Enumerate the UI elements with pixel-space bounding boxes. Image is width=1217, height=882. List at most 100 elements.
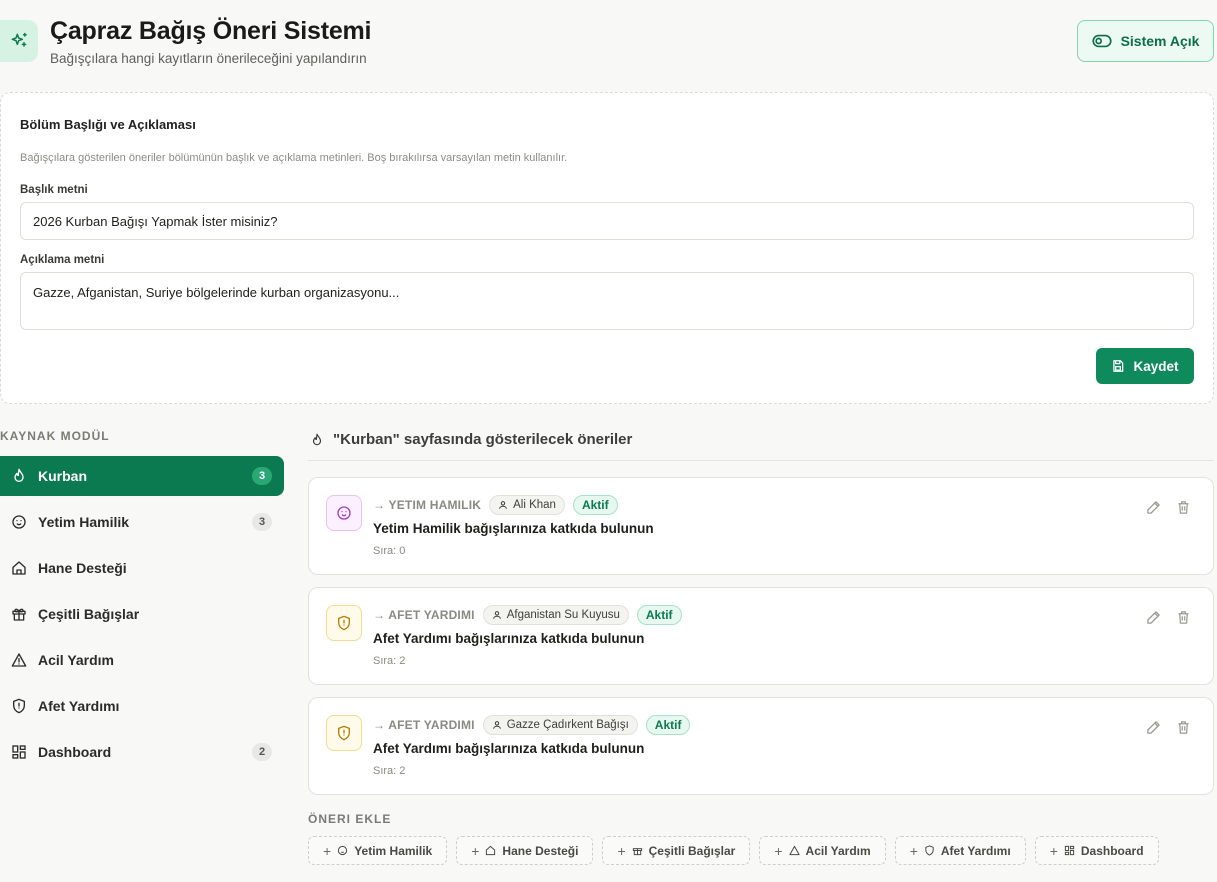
shield-alert-icon: [326, 605, 362, 641]
description-field-label: Açıklama metni: [20, 254, 105, 266]
status-badge: Aktif: [645, 715, 691, 735]
source-badge: Ali Khan: [489, 495, 565, 515]
panel-heading-module: "Kurban": [333, 431, 400, 448]
recommendation-card: → AFET YARDIMI Gazze Çadırkent Bağışı Ak…: [308, 697, 1214, 795]
recommendation-target: → AFET YARDIMI: [373, 608, 475, 622]
baby-icon: [337, 845, 348, 856]
save-icon: [1111, 359, 1125, 373]
add-chip-label: Çeşitli Bağışlar: [648, 843, 736, 858]
gift-icon: [632, 845, 643, 856]
warning-icon: [11, 652, 27, 668]
recommendation-title: Afet Yardımı bağışlarınıza katkıda bulun…: [373, 631, 645, 646]
add-acil-yardim-button[interactable]: + Acil Yardım: [759, 836, 886, 865]
add-heading: ÖNERI EKLE: [308, 812, 392, 826]
plus-icon: +: [617, 842, 626, 859]
grid-icon: [1064, 845, 1075, 856]
home-icon: [485, 845, 496, 856]
recommendation-card: → YETIM HAMILIK Ali Khan Aktif Yetim Ham…: [308, 477, 1214, 575]
pencil-icon[interactable]: [1146, 610, 1162, 626]
title-field-label: Başlık metni: [20, 184, 88, 196]
count-badge: 3: [252, 467, 272, 485]
gift-icon: [11, 606, 27, 622]
status-badge: Aktif: [636, 605, 682, 625]
count-badge: 2: [252, 743, 272, 761]
user-icon: [492, 610, 502, 620]
source-label: Gazze Çadırkent Bağışı: [506, 719, 629, 731]
recommendation-target: → YETIM HAMILIK: [373, 498, 482, 512]
recommendation-order: Sıra: 0: [373, 545, 406, 557]
pencil-icon[interactable]: [1146, 720, 1162, 736]
shield-alert-icon: [326, 715, 362, 751]
trash-icon[interactable]: [1176, 720, 1192, 736]
trash-icon[interactable]: [1176, 500, 1192, 516]
source-badge: Gazze Çadırkent Bağışı: [482, 715, 638, 735]
sidebar-item-hane-destegi[interactable]: Hane Desteği: [0, 548, 284, 588]
warning-icon: [788, 845, 800, 856]
panel-heading-text: sayfasında gösterilecek öneriler: [399, 431, 633, 448]
toggle-label: Sistem Açık: [1120, 33, 1200, 49]
add-chip-row: + Yetim Hamilik + Hane Desteği + Çeşitli…: [308, 836, 1159, 865]
add-yetim-hamilik-button[interactable]: + Yetim Hamilik: [308, 836, 448, 865]
plus-icon: +: [1049, 842, 1058, 859]
toggle-icon: [1091, 34, 1112, 48]
add-hane-destegi-button[interactable]: + Hane Desteği: [456, 836, 594, 865]
sidebar-item-yetim-hamilik[interactable]: Yetim Hamilik 3: [0, 502, 284, 542]
recommendation-title: Yetim Hamilik bağışlarınıza katkıda bulu…: [373, 521, 654, 536]
flame-icon: [310, 432, 324, 448]
sidebar-item-cesitli-bagislar[interactable]: Çeşitli Bağışlar: [0, 594, 284, 634]
flame-icon: [11, 468, 27, 484]
save-button[interactable]: Kaydet: [1096, 348, 1194, 384]
add-cesitli-bagislar-button[interactable]: + Çeşitli Bağışlar: [602, 836, 751, 865]
add-chip-label: Yetim Hamilik: [354, 843, 433, 858]
sidebar-item-kurban[interactable]: Kurban 3: [0, 456, 284, 496]
add-afet-yardimi-button[interactable]: + Afet Yardımı: [894, 836, 1026, 865]
add-chip-label: Hane Desteği: [502, 843, 579, 858]
sidebar-item-label: Yetim Hamilik: [38, 514, 130, 530]
recommendation-order: Sıra: 2: [373, 765, 406, 777]
title-input[interactable]: [20, 202, 1194, 240]
page-subtitle: Bağışçılara hangi kayıtların önerileceği…: [50, 51, 367, 66]
sparkles-icon: [0, 20, 38, 62]
source-label: Ali Khan: [513, 499, 556, 511]
sidebar-item-label: Afet Yardımı: [38, 698, 120, 714]
shield-icon: [11, 698, 27, 714]
plus-icon: +: [471, 842, 480, 859]
save-label: Kaydet: [1133, 358, 1179, 374]
add-chip-label: Acil Yardım: [805, 843, 871, 858]
recommendation-target: → AFET YARDIMI: [373, 718, 475, 732]
panel-heading: "Kurban" sayfasında gösterilecek önerile…: [310, 431, 632, 448]
source-badge: Afganistan Su Kuyusu: [482, 605, 629, 625]
card-title: Bölüm Başlığı ve Açıklaması: [20, 117, 196, 132]
recommendation-order: Sıra: 2: [373, 655, 406, 667]
panel-divider: [308, 460, 1214, 461]
status-badge: Aktif: [572, 495, 618, 515]
grid-icon: [11, 744, 27, 760]
sidebar-item-dashboard[interactable]: Dashboard 2: [0, 732, 284, 772]
system-toggle-button[interactable]: Sistem Açık: [1077, 20, 1214, 62]
sidebar-item-label: Acil Yardım: [38, 652, 115, 668]
recommendation-meta: → YETIM HAMILIK Ali Khan Aktif: [373, 494, 618, 516]
recommendation-meta: → AFET YARDIMI Afganistan Su Kuyusu Akti…: [373, 604, 682, 626]
count-badge: 3: [252, 513, 272, 531]
add-dashboard-button[interactable]: + Dashboard: [1034, 836, 1159, 865]
sidebar-item-afet-yardimi[interactable]: Afet Yardımı: [0, 686, 284, 726]
page-title: Çapraz Bağış Öneri Sistemi: [50, 17, 372, 45]
source-label: Afganistan Su Kuyusu: [506, 609, 620, 621]
add-chip-label: Afet Yardımı: [940, 843, 1011, 858]
plus-icon: +: [774, 842, 783, 859]
user-icon: [492, 720, 502, 730]
plus-icon: +: [323, 842, 332, 859]
sidebar-item-label: Dashboard: [38, 744, 112, 760]
description-textarea[interactable]: Gazze, Afganistan, Suriye bölgelerinde k…: [20, 272, 1194, 330]
trash-icon[interactable]: [1176, 610, 1192, 626]
add-chip-label: Dashboard: [1080, 843, 1144, 858]
shield-icon: [924, 845, 935, 856]
baby-icon: [11, 514, 27, 530]
page-header: Çapraz Bağış Öneri Sistemi Bağışçılara h…: [0, 0, 1217, 80]
home-icon: [11, 560, 27, 576]
recommendation-title: Afet Yardımı bağışlarınıza katkıda bulun…: [373, 741, 645, 756]
sidebar-item-acil-yardim[interactable]: Acil Yardım: [0, 640, 284, 680]
module-sidebar: Kurban 3 Yetim Hamilik 3 Hane Desteği Çe…: [0, 456, 284, 778]
pencil-icon[interactable]: [1146, 500, 1162, 516]
card-description: Bağışçılara gösterilen öneriler bölümünü…: [20, 152, 568, 164]
